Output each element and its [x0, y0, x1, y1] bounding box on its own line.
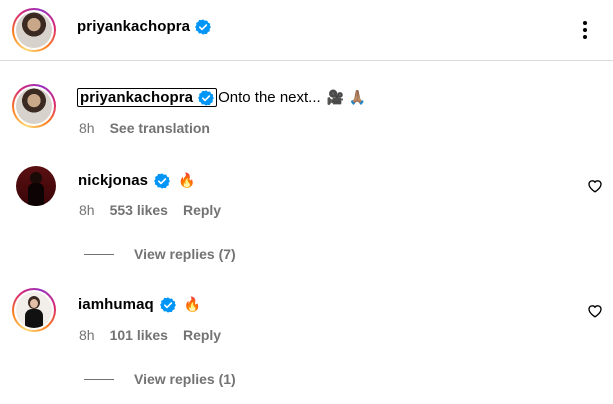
view-replies-label[interactable]: View replies (7) [134, 246, 236, 262]
view-replies-button[interactable]: View replies (7) [84, 246, 236, 262]
header-divider [0, 60, 613, 61]
caption-username[interactable]: priyankachopra [80, 89, 193, 106]
caption-emojis: 🎥 🙏🏽 [326, 89, 366, 106]
more-options-icon[interactable] [573, 20, 597, 40]
caption-text: Onto the next... [218, 89, 321, 106]
reply-button[interactable]: Reply [183, 202, 221, 218]
comment-username[interactable]: iamhumaq [78, 296, 154, 313]
caption-username-box[interactable]: priyankachopra [77, 88, 218, 107]
post-header: priyankachopra [0, 0, 613, 60]
comment-time[interactable]: 8h [79, 327, 95, 343]
comment-username[interactable]: nickjonas [78, 172, 148, 189]
heart-outline-icon[interactable] [587, 303, 603, 318]
comment-text: 🔥 [183, 296, 202, 313]
comment-likes[interactable]: 101 likes [110, 327, 168, 343]
author-avatar[interactable] [12, 8, 56, 52]
caption-avatar[interactable] [12, 84, 56, 128]
comment-avatar[interactable] [12, 288, 56, 332]
verified-badge-icon [198, 89, 215, 106]
comment-avatar[interactable] [16, 166, 56, 206]
verified-badge-icon [154, 172, 171, 189]
verified-badge-icon [159, 296, 176, 313]
reply-button[interactable]: Reply [183, 327, 221, 343]
comment-time[interactable]: 8h [79, 202, 95, 218]
see-translation-link[interactable]: See translation [110, 120, 210, 136]
heart-outline-icon[interactable] [587, 178, 603, 193]
reply-line [84, 378, 114, 380]
caption-line: priyankachopra Onto the next... 🎥 🙏🏽 [77, 88, 366, 107]
verified-badge-icon [195, 18, 212, 35]
view-replies-label[interactable]: View replies (1) [134, 371, 236, 387]
caption-time[interactable]: 8h [79, 120, 95, 136]
reply-line [84, 253, 114, 255]
author-username[interactable]: priyankachopra [77, 18, 190, 35]
comment-text: 🔥 [178, 172, 196, 189]
comment-likes[interactable]: 553 likes [110, 202, 168, 218]
view-replies-button[interactable]: View replies (1) [84, 371, 236, 387]
